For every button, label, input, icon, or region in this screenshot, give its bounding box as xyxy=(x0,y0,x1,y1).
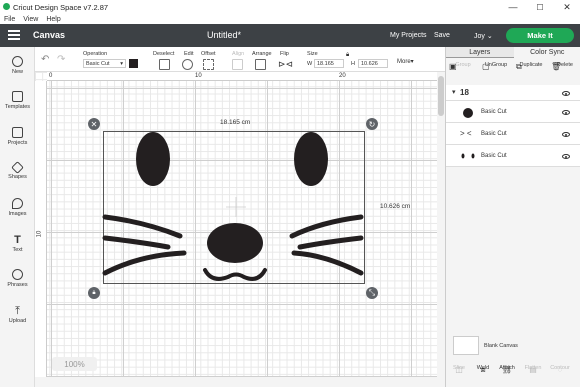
contour-button[interactable]: ◌ Contour xyxy=(549,365,571,374)
slice-button[interactable]: ◫ Slice xyxy=(448,365,470,374)
layer-name: Basic Cut xyxy=(481,109,507,115)
scroll-thumb[interactable] xyxy=(438,76,444,116)
layer-row[interactable]: Basic Cut xyxy=(446,145,580,167)
flatten-icon: ▤ xyxy=(529,365,537,374)
tab-color-sync[interactable]: Color Sync xyxy=(514,47,580,58)
right-whisker-bottom[interactable] xyxy=(291,250,364,276)
ungroup-icon: ▢ xyxy=(482,62,490,71)
trash-icon: 🗑︎ xyxy=(551,62,562,71)
attach-icon: ⛓︎ xyxy=(501,365,513,374)
layer-thumbnail xyxy=(463,108,473,118)
left-whisker-middle[interactable] xyxy=(102,235,171,250)
layer-name: Basic Cut xyxy=(481,153,507,159)
mouth-shape[interactable] xyxy=(203,268,267,281)
nose-shape[interactable] xyxy=(207,223,263,263)
zoom-level: 100% xyxy=(64,359,85,369)
duplicate-icon: ⧉ xyxy=(516,62,522,71)
right-eye-shape[interactable] xyxy=(294,132,328,186)
attach-button[interactable]: ⛓︎ Attach xyxy=(496,365,518,374)
contour-icon: ◌ xyxy=(557,365,563,374)
blank-canvas-label: Blank Canvas xyxy=(484,343,518,349)
blank-canvas-swatch[interactable] xyxy=(453,336,479,355)
visibility-eye-icon[interactable] xyxy=(562,91,570,96)
horizontal-scrollbar[interactable] xyxy=(35,377,445,387)
action-label: Duplicate xyxy=(519,62,543,68)
layer-group-header[interactable]: ▾ 18 xyxy=(446,85,580,101)
tab-layers[interactable]: Layers xyxy=(446,47,514,58)
layer-row[interactable]: > < Basic Cut xyxy=(446,123,580,145)
visibility-eye-icon[interactable] xyxy=(562,132,570,137)
flatten-button[interactable]: ▤ Flatten xyxy=(522,365,544,374)
weld-button[interactable]: ⧈ Weld xyxy=(472,365,494,374)
weld-icon: ⧈ xyxy=(480,365,486,374)
left-whisker-bottom[interactable] xyxy=(102,250,187,276)
ungroup-button[interactable]: ▢ UnGroup xyxy=(482,62,510,71)
zoom-control[interactable]: 100% xyxy=(52,357,97,371)
layer-thumbnail: > < xyxy=(460,129,472,138)
group-count: 18 xyxy=(460,88,469,97)
delete-button[interactable]: 🗑︎ Delete xyxy=(551,62,579,71)
group-icon: ▣ xyxy=(449,62,457,71)
duplicate-button[interactable]: ⧉ Duplicate xyxy=(516,62,546,71)
layer-name: Basic Cut xyxy=(481,131,507,137)
chevron-down-icon: ▾ xyxy=(452,89,456,96)
layer-row[interactable]: Basic Cut xyxy=(446,101,580,123)
panel-tabs: Layers Color Sync xyxy=(446,47,580,58)
slice-icon: ◫ xyxy=(455,365,463,374)
right-whisker-middle[interactable] xyxy=(297,235,364,250)
layers-panel: Layers Color Sync ▣ Group ▢ UnGroup ⧉ Dupli… xyxy=(445,47,580,387)
group-button[interactable]: ▣ Group xyxy=(449,62,477,71)
action-label: Group xyxy=(455,62,471,68)
visibility-eye-icon[interactable] xyxy=(562,110,570,115)
right-whisker-top[interactable] xyxy=(289,214,364,239)
left-eye-shape[interactable] xyxy=(136,132,170,186)
visibility-eye-icon[interactable] xyxy=(562,154,570,159)
layer-thumbnail xyxy=(461,153,475,159)
left-whisker-top[interactable] xyxy=(102,214,183,239)
vertical-scrollbar[interactable] xyxy=(437,72,445,377)
